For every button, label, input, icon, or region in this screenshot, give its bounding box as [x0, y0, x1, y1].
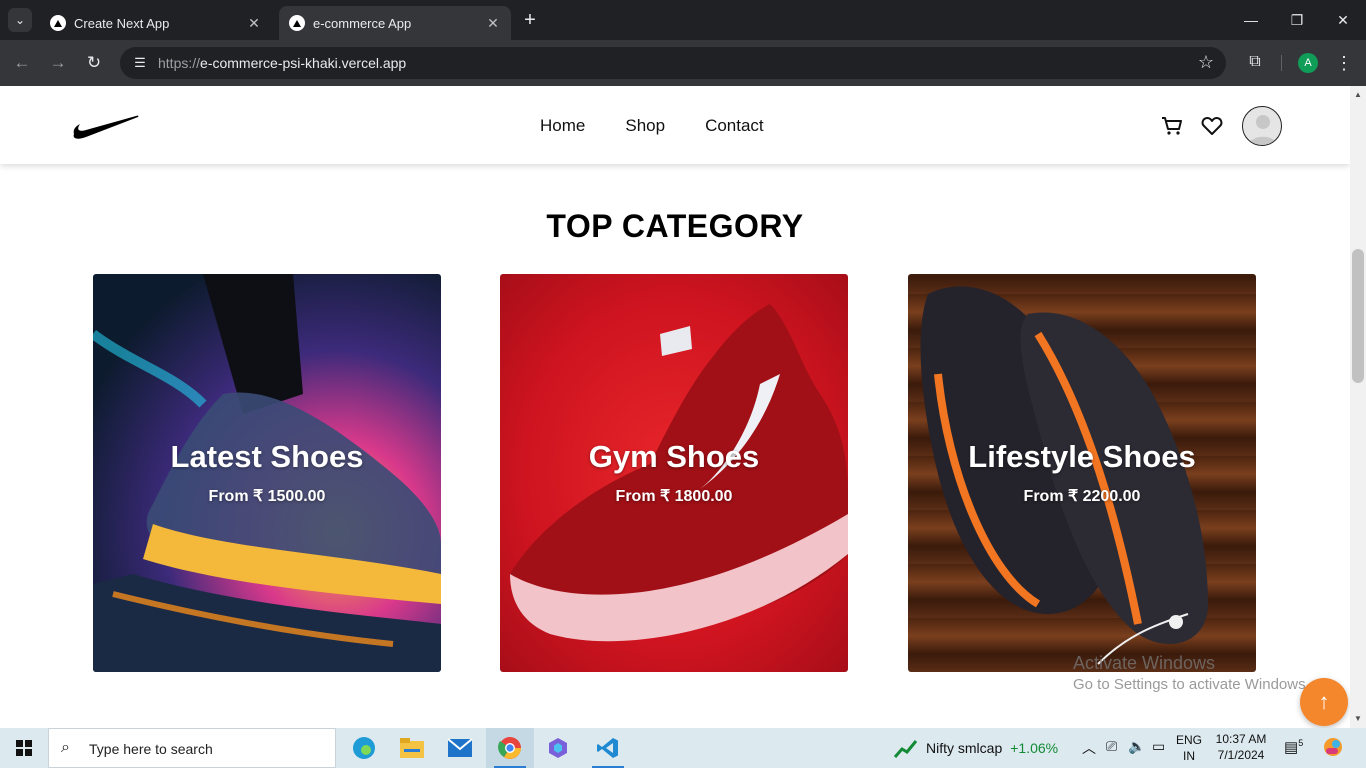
file-explorer-icon[interactable]	[388, 728, 436, 768]
minimize-icon[interactable]: —	[1228, 6, 1274, 34]
volume-icon[interactable]: 🔈	[1128, 738, 1145, 755]
search-icon: ⌕	[61, 739, 70, 756]
browser-tab-create-next-app[interactable]: Create Next App ✕	[40, 6, 272, 40]
windows-activation-watermark: Activate Windows Go to Settings to activ…	[1073, 652, 1310, 696]
page-scrollbar[interactable]: ▲ ▼	[1350, 86, 1366, 728]
tab-close-icon[interactable]: ✕	[246, 15, 262, 32]
category-price: From ₹ 1800.00	[615, 488, 733, 505]
profile-avatar[interactable]: A	[1298, 53, 1318, 73]
user-silhouette-icon	[1249, 115, 1277, 145]
clock-time: 10:37 AM	[1215, 732, 1267, 746]
chrome-icon[interactable]	[486, 728, 534, 768]
browser-tab-ecommerce-app[interactable]: e-commerce App ✕	[279, 6, 511, 40]
taskbar-search-box[interactable]: ⌕ Type here to search	[48, 728, 336, 768]
network-icon[interactable]: ▭	[1152, 738, 1165, 755]
mail-icon[interactable]	[436, 728, 484, 768]
nextjs-favicon-icon	[50, 15, 66, 31]
scroll-up-arrow-icon[interactable]: ▲	[1350, 88, 1366, 102]
user-avatar[interactable]	[1242, 106, 1282, 146]
windows-start-icon[interactable]	[0, 728, 48, 768]
browser-tabstrip: ⌄ Create Next App ✕ e-commerce App ✕ + —…	[0, 0, 1366, 40]
site-info-icon[interactable]: ☰	[130, 53, 150, 73]
category-card-gym-shoes[interactable]: Gym Shoes From ₹ 1800.00	[500, 274, 848, 672]
tab-close-icon[interactable]: ✕	[485, 15, 501, 32]
back-arrow-icon[interactable]: ←	[9, 50, 35, 76]
category-title: Lifestyle Shoes	[968, 439, 1196, 474]
toolbar-divider	[1281, 55, 1282, 71]
category-title: Gym Shoes	[588, 439, 760, 474]
category-price: From ₹ 2200.00	[1023, 488, 1141, 505]
windows-taskbar: ⌕ Type here to search Nifty smlcap +1.06…	[0, 728, 1366, 768]
nav-contact-link[interactable]: Contact	[705, 116, 764, 136]
weather-widget-icon[interactable]	[1322, 736, 1344, 761]
tab-search-chevron-icon[interactable]: ⌄	[8, 8, 32, 32]
clock-date: 7/1/2024	[1217, 748, 1265, 762]
url-text[interactable]: https://e-commerce-psi-khaki.vercel.app	[158, 55, 406, 71]
tab-title: e-commerce App	[313, 15, 412, 31]
taskbar-search-placeholder: Type here to search	[89, 741, 213, 757]
nike-swoosh-logo[interactable]	[72, 112, 142, 140]
nifty-widget[interactable]: Nifty smlcap +1.06%	[894, 738, 1058, 758]
copilot-app-icon[interactable]	[534, 728, 582, 768]
vscode-icon[interactable]	[584, 728, 632, 768]
tray-chevron-up-icon[interactable]: ︿	[1082, 738, 1096, 758]
section-title: TOP CATEGORY	[546, 208, 804, 244]
system-clock[interactable]: 10:37 AM 7/1/2024	[1212, 731, 1270, 763]
browser-toolbar: ← → ↻ ☰ https://e-commerce-psi-khaki.ver…	[0, 40, 1366, 86]
meet-now-icon[interactable]: ⎚	[1106, 738, 1117, 755]
heart-icon[interactable]	[1200, 114, 1224, 138]
widget-change: +1.06%	[1010, 740, 1059, 756]
page-viewport: Home Shop Contact TOP CATEGORY Latest Sh…	[0, 86, 1350, 728]
bookmark-star-icon[interactable]: ☆	[1198, 52, 1214, 73]
watermark-line1: Activate Windows	[1073, 653, 1216, 673]
notifications-icon[interactable]: ▤5	[1284, 738, 1303, 756]
new-tab-button[interactable]: +	[518, 9, 542, 33]
reload-icon[interactable]: ↻	[81, 50, 107, 76]
widget-name: Nifty smlcap	[926, 740, 1003, 756]
nextjs-favicon-icon	[289, 15, 305, 31]
main-nav: Home Shop Contact	[540, 116, 764, 136]
tab-title: Create Next App	[74, 15, 170, 31]
category-title: Latest Shoes	[170, 439, 364, 474]
restore-icon[interactable]: ❐	[1274, 6, 1320, 34]
browser-menu-icon[interactable]: ⋮	[1334, 50, 1354, 76]
window-close-icon[interactable]: ✕	[1320, 6, 1366, 34]
cart-icon[interactable]	[1160, 114, 1184, 138]
site-header: Home Shop Contact	[0, 86, 1350, 164]
nav-shop-link[interactable]: Shop	[625, 116, 665, 136]
nav-home-link[interactable]: Home	[540, 116, 585, 136]
stock-chart-icon	[894, 740, 918, 758]
scrollbar-thumb[interactable]	[1352, 249, 1364, 383]
extensions-puzzle-icon[interactable]: ⧉	[1243, 50, 1267, 74]
edge-browser-icon[interactable]	[340, 728, 388, 768]
category-price: From ₹ 1500.00	[208, 488, 326, 505]
category-card-lifestyle-shoes[interactable]: Lifestyle Shoes From ₹ 2200.00	[908, 274, 1256, 672]
scroll-to-top-button[interactable]: ↑	[1300, 678, 1348, 726]
category-card-latest-shoes[interactable]: Latest Shoes From ₹ 1500.00	[93, 274, 441, 672]
forward-arrow-icon[interactable]: →	[45, 50, 71, 76]
scroll-down-arrow-icon[interactable]: ▼	[1350, 712, 1366, 726]
watermark-line2: Go to Settings to activate Windows.	[1073, 676, 1310, 693]
input-language[interactable]: ENG IN	[1176, 732, 1202, 764]
address-bar[interactable]: ☰ https://e-commerce-psi-khaki.vercel.ap…	[120, 47, 1226, 79]
